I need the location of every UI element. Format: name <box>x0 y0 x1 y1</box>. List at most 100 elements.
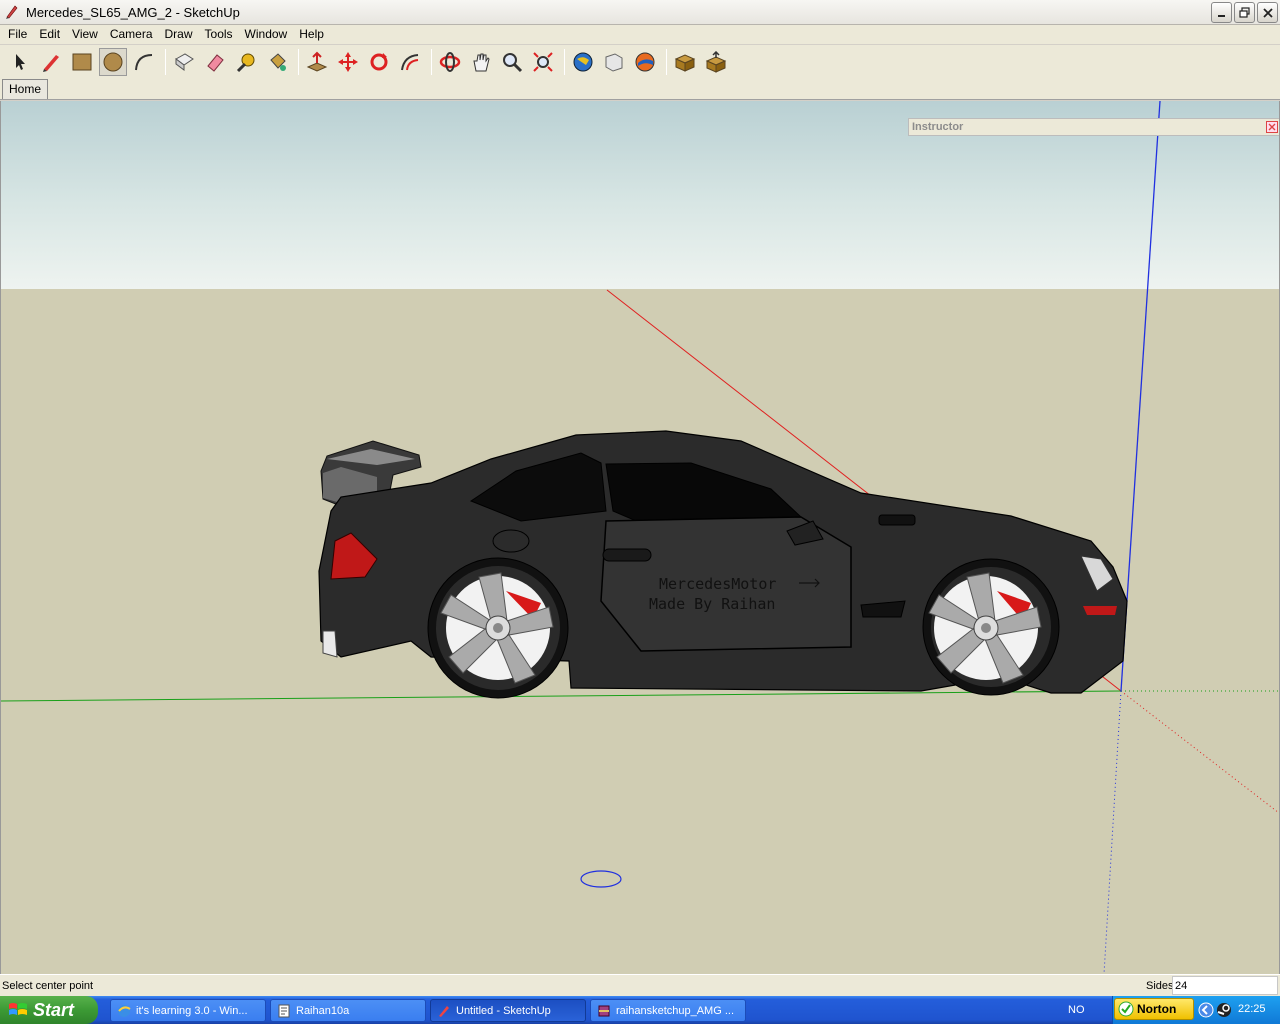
clock[interactable]: 22:25 <box>1238 1003 1266 1015</box>
windows-taskbar: Start it's learning 3.0 - Win... Raihan1… <box>0 996 1280 1024</box>
zoom-extents-icon <box>533 52 553 72</box>
model-canvas: MercedesMotor Made By Raihan <box>1 101 1279 974</box>
taskbar-button-label: Raihan10a <box>296 1004 350 1017</box>
instructor-close-button[interactable] <box>1266 121 1278 133</box>
norton-label: Norton <box>1137 1002 1177 1016</box>
select-tool[interactable] <box>6 48 34 76</box>
rectangle-tool[interactable] <box>68 48 96 76</box>
orbit-icon <box>439 52 461 72</box>
start-button[interactable]: Start <box>0 996 98 1024</box>
steam-icon[interactable] <box>1216 1002 1232 1018</box>
arc-icon <box>135 54 153 71</box>
green-axis <box>1 690 1122 702</box>
title-bar: Mercedes_SL65_AMG_2 - SketchUp <box>0 0 1280 25</box>
share-component-tool[interactable] <box>702 48 730 76</box>
decal-text-line2: Made By Raihan <box>649 595 775 613</box>
menu-camera[interactable]: Camera <box>104 25 159 44</box>
pencil-tool[interactable] <box>37 48 65 76</box>
menu-edit[interactable]: Edit <box>33 25 66 44</box>
minimize-icon <box>1217 14 1225 17</box>
rotate-tool[interactable] <box>365 48 393 76</box>
menu-tools[interactable]: Tools <box>199 25 239 44</box>
pan-tool[interactable] <box>467 48 495 76</box>
blue-axis-negative <box>1103 690 1122 974</box>
checkmark-icon <box>1118 1001 1134 1017</box>
pencil-icon <box>43 55 59 72</box>
restore-icon <box>1239 7 1250 18</box>
hand-icon <box>473 53 490 72</box>
arc-tool[interactable] <box>130 48 158 76</box>
toolbar-separator <box>564 49 565 75</box>
window-title: Mercedes_SL65_AMG_2 - SketchUp <box>26 4 240 20</box>
taskbar-button-label: raihansketchup_AMG ... <box>616 1004 735 1017</box>
taskbar-button-sketchup[interactable]: Untitled - SketchUp <box>430 999 586 1022</box>
taskbar-button-archive[interactable]: raihansketchup_AMG ... <box>590 999 746 1022</box>
push-pull-tool[interactable] <box>303 48 331 76</box>
eraser-icon <box>207 54 224 72</box>
share-model-tool[interactable] <box>600 48 628 76</box>
make-component-tool[interactable] <box>170 48 198 76</box>
menu-file[interactable]: File <box>2 25 33 44</box>
document-icon <box>278 1004 290 1017</box>
start-label: Start <box>33 999 75 1020</box>
decal-text-line1: MercedesMotor <box>659 575 776 593</box>
zoom-extents-tool[interactable] <box>529 48 557 76</box>
offset-tool[interactable] <box>396 48 424 76</box>
front-wheel <box>922 558 1060 696</box>
orbit-tool[interactable] <box>436 48 464 76</box>
circle-icon <box>103 52 123 72</box>
zoom-tool[interactable] <box>498 48 526 76</box>
close-icon <box>1268 123 1276 131</box>
menu-draw[interactable]: Draw <box>159 25 199 44</box>
move-icon <box>338 52 358 72</box>
sketchup-icon <box>439 1005 449 1017</box>
get-models-tool[interactable] <box>569 48 597 76</box>
taskbar-button-browser[interactable]: it's learning 3.0 - Win... <box>110 999 266 1022</box>
circle-cursor-icon <box>580 870 622 888</box>
paint-bucket-tool[interactable] <box>263 48 291 76</box>
measurements-label: Sides <box>1146 980 1174 992</box>
menu-bar: File Edit View Camera Draw Tools Window … <box>0 25 1280 44</box>
minimize-button[interactable] <box>1211 2 1232 23</box>
magnifier-icon <box>503 53 523 73</box>
globe-icon <box>573 52 593 72</box>
close-icon <box>1262 7 1273 18</box>
taskbar-button-document[interactable]: Raihan10a <box>270 999 426 1022</box>
windows-logo-icon <box>9 1003 27 1015</box>
sketchup-icon <box>6 5 18 19</box>
instructor-panel[interactable]: Instructor <box>908 118 1279 136</box>
earth-icon <box>635 52 655 72</box>
google-earth-tool[interactable] <box>631 48 659 76</box>
tray-expand-icon[interactable] <box>1198 1002 1214 1018</box>
move-tool[interactable] <box>334 48 362 76</box>
language-indicator[interactable]: NO <box>1068 1004 1085 1016</box>
menu-window[interactable]: Window <box>239 25 294 44</box>
toolbar-separator <box>298 49 299 75</box>
box-icon <box>674 54 696 72</box>
close-button[interactable] <box>1257 2 1278 23</box>
circle-tool[interactable] <box>99 48 127 76</box>
menu-help[interactable]: Help <box>293 25 330 44</box>
taskbar-button-label: it's learning 3.0 - Win... <box>136 1004 248 1017</box>
get-components-tool[interactable] <box>671 48 699 76</box>
large-tool-set-toolbar <box>0 45 1280 79</box>
restore-button[interactable] <box>1234 2 1255 23</box>
rotate-icon <box>370 53 388 71</box>
offset-icon <box>401 54 419 71</box>
drawing-viewport[interactable]: MercedesMotor Made By Raihan Instructor <box>0 101 1280 974</box>
scene-tabs: Home <box>0 79 1280 100</box>
toolbar-separator <box>666 49 667 75</box>
rear-wheel <box>427 557 569 699</box>
tape-measure-tool[interactable] <box>232 48 260 76</box>
red-axis-negative <box>1120 690 1279 814</box>
norton-tray-button[interactable]: Norton <box>1114 998 1194 1020</box>
scene-tab-home[interactable]: Home <box>2 79 49 99</box>
menu-view[interactable]: View <box>66 25 104 44</box>
component-icon <box>175 53 194 71</box>
eraser-tool[interactable] <box>201 48 229 76</box>
measurements-input[interactable] <box>1172 976 1278 995</box>
status-bar: Select center point Sides <box>0 974 1280 996</box>
toolbar-separator <box>165 49 166 75</box>
toolbar-separator <box>431 49 432 75</box>
ie-icon <box>118 1004 131 1017</box>
